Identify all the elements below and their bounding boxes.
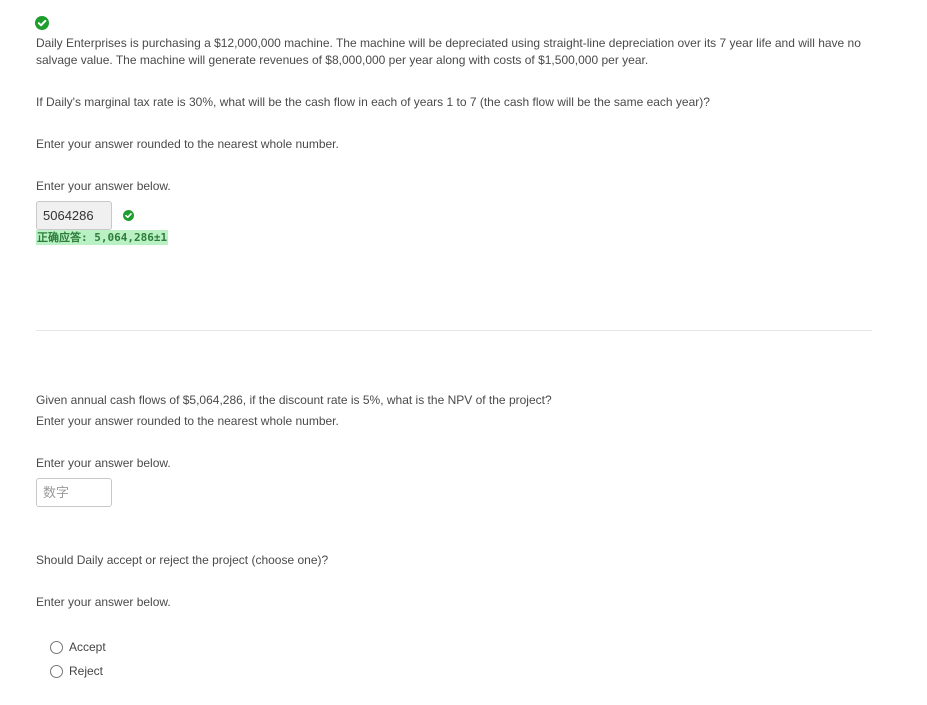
question3-question-text: Should Daily accept or reject the projec… — [36, 553, 329, 567]
reject-radio-label[interactable]: Reject — [69, 664, 103, 678]
accept-radio[interactable] — [50, 641, 63, 654]
question1-answer-input[interactable] — [36, 201, 112, 230]
question1-answer-prompt: Enter your answer below. — [36, 179, 171, 193]
answer-correct-check-icon — [123, 210, 134, 221]
question1-question-text: If Daily's marginal tax rate is 30%, wha… — [36, 95, 710, 109]
npv-answer-input[interactable] — [36, 478, 112, 507]
question2-answer-prompt: Enter your answer below. — [36, 456, 171, 470]
question2-question-text: Given annual cash flows of $5,064,286, i… — [36, 393, 552, 407]
question3-answer-prompt: Enter your answer below. — [36, 595, 171, 609]
section-divider — [36, 330, 872, 331]
question1-intro-text: Daily Enterprises is purchasing a $12,00… — [36, 36, 861, 67]
correct-answer-badge: 正确应答: 5,064,286±1 — [36, 230, 169, 245]
accept-radio-label[interactable]: Accept — [69, 640, 106, 654]
question-correct-check-icon — [35, 16, 49, 30]
question2-rounding-instruction: Enter your answer rounded to the nearest… — [36, 414, 339, 428]
question1-rounding-instruction: Enter your answer rounded to the nearest… — [36, 137, 339, 151]
reject-radio[interactable] — [50, 665, 63, 678]
